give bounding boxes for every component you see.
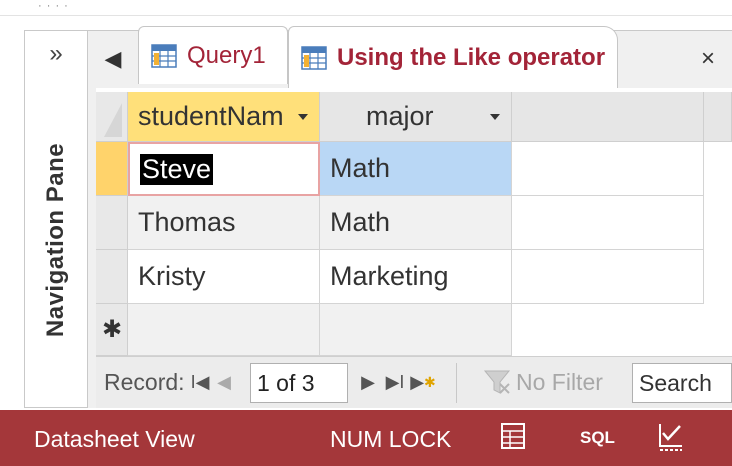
last-record-icon[interactable]: ▶I xyxy=(384,369,406,395)
search-placeholder: Search xyxy=(639,370,712,396)
row-selector[interactable] xyxy=(96,250,128,304)
nav-expand-icon[interactable]: » xyxy=(24,32,88,76)
table-cell-studentname[interactable]: Steve xyxy=(128,142,320,196)
current-record-field[interactable]: 1 of 3 xyxy=(250,363,348,403)
table-cell-studentname[interactable]: Kristy xyxy=(128,250,320,304)
column-header-major-label: major xyxy=(366,101,434,131)
design-view-icon[interactable] xyxy=(656,420,686,452)
table-cell-major[interactable]: Math xyxy=(320,142,512,196)
first-record-icon[interactable]: I◀ xyxy=(190,369,210,395)
new-record-icon[interactable]: ▶ ✱ xyxy=(408,369,438,395)
search-input[interactable]: Search xyxy=(632,363,732,403)
tab-like-label: Using the Like operator xyxy=(337,43,606,71)
column-header-major[interactable]: major xyxy=(320,92,512,142)
num-lock-indicator: NUM LOCK xyxy=(330,426,452,452)
table-cell-major[interactable]: Marketing xyxy=(320,250,512,304)
filter-icon xyxy=(480,367,514,397)
table-cell-new[interactable] xyxy=(128,304,320,356)
select-all-corner[interactable] xyxy=(96,92,128,142)
tab-using-the-like-operator[interactable]: Using the Like operator xyxy=(288,26,618,88)
navigation-pane-text: Navigation Pane xyxy=(42,142,69,338)
dropdown-icon[interactable] xyxy=(298,114,308,120)
cell-text: Thomas xyxy=(138,207,236,237)
row-selector-current[interactable] xyxy=(96,142,128,196)
tab-query1-label: Query1 xyxy=(187,41,266,69)
ribbon-edge xyxy=(0,0,732,16)
column-header-empty-2 xyxy=(704,92,732,142)
table-cell-empty xyxy=(512,196,704,250)
select-all-triangle-icon xyxy=(104,102,122,137)
column-header-studentname[interactable]: studentNam xyxy=(128,92,320,142)
next-record-icon[interactable]: ▶ xyxy=(360,369,376,395)
view-status-text: Datasheet View xyxy=(34,426,195,452)
tab-prev-icon[interactable]: ◀ xyxy=(96,38,130,80)
sql-view-button[interactable]: SQL xyxy=(580,428,615,448)
column-header-empty xyxy=(512,92,704,142)
record-navigation-bar: Record: I◀ ◀ 1 of 3 ▶ ▶I ▶ ✱ No Filter Se… xyxy=(96,356,732,408)
navigation-pane-label[interactable]: Navigation Pane xyxy=(36,95,76,385)
table-cell-empty xyxy=(512,250,704,304)
query-icon xyxy=(151,43,177,68)
column-header-studentname-label: studentNam xyxy=(138,101,284,131)
cell-text-selected: Steve xyxy=(140,153,214,185)
table-cell-studentname[interactable]: Thomas xyxy=(128,196,320,250)
dropdown-icon[interactable] xyxy=(490,114,500,120)
cell-text: Marketing xyxy=(330,261,449,291)
new-record-row-selector[interactable]: ✱ xyxy=(96,304,128,356)
status-bar: Datasheet View NUM LOCK SQL xyxy=(0,410,732,466)
row-selector[interactable] xyxy=(96,196,128,250)
cell-text: Math xyxy=(330,153,391,183)
divider xyxy=(456,363,457,403)
new-row-icon: ✱ xyxy=(102,316,123,343)
cell-text: Math xyxy=(330,207,391,237)
tab-query1[interactable]: Query1 xyxy=(138,26,288,84)
record-label: Record: xyxy=(104,369,185,395)
datasheet-view-icon[interactable] xyxy=(500,422,526,452)
no-filter-label[interactable]: No Filter xyxy=(516,369,603,396)
prev-record-icon[interactable]: ◀ xyxy=(216,369,232,395)
table-cell-new[interactable] xyxy=(320,304,512,356)
cell-text: Kristy xyxy=(138,261,206,291)
ribbon-remnant: · · · · xyxy=(38,0,69,12)
query-icon xyxy=(301,45,327,70)
table-cell-major[interactable]: Math xyxy=(320,196,512,250)
table-cell-empty xyxy=(512,142,704,196)
close-icon[interactable]: × xyxy=(690,38,726,80)
current-record-text: 1 of 3 xyxy=(257,370,315,396)
